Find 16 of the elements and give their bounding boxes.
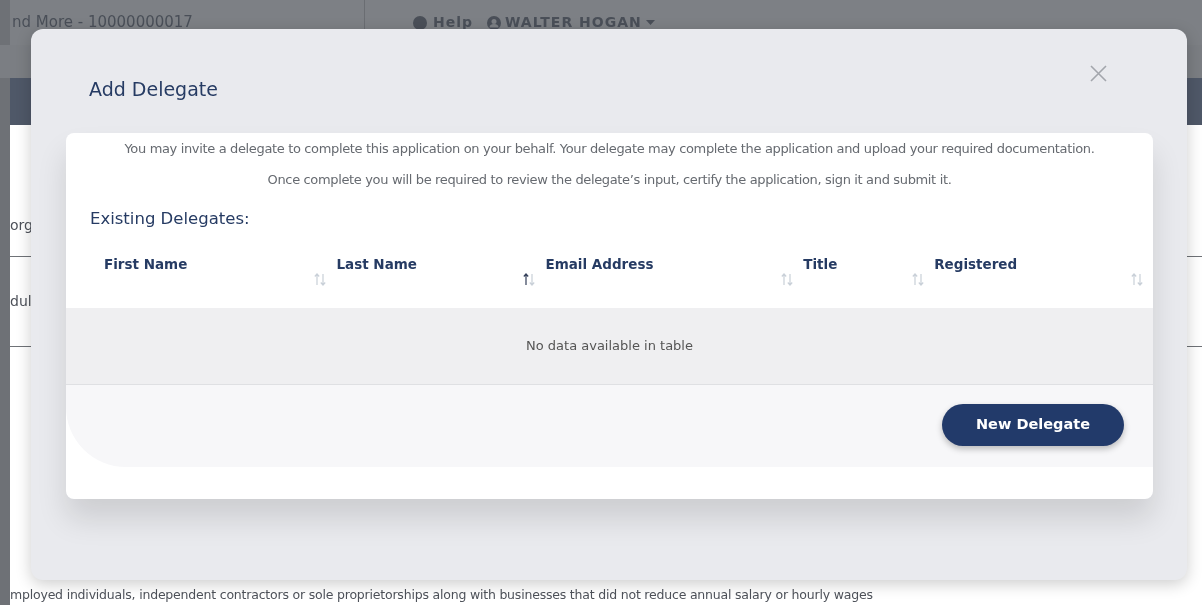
column-header[interactable]: Email Address — [545, 253, 654, 274]
column-header[interactable]: First Name — [104, 253, 188, 274]
section-title: Existing Delegates: — [89, 208, 251, 230]
column-header[interactable]: Last Name — [336, 253, 417, 274]
new-delegate-button[interactable]: New Delegate — [941, 404, 1124, 446]
user-icon — [487, 15, 502, 30]
dialog-title: Add Delegate — [89, 77, 218, 102]
caret-icon — [645, 20, 655, 25]
empty-message: No data available in table — [526, 337, 693, 356]
column-header[interactable]: Registered — [934, 253, 1018, 274]
intro-text: You may invite a delegate to complete this application on your behalf. Your delegate may complete the application and upload your required documentation. — [123, 140, 1096, 158]
column-header[interactable]: Title — [803, 253, 838, 274]
side-text: dul — [10, 292, 32, 311]
intro-text: Once complete you will be required to review the delegate’s input, certify the application, sign it and submit it. — [266, 171, 953, 189]
sort-icon[interactable] — [523, 273, 536, 286]
body-text: mployed individuals, independent contractors or sole proprietorships along with businesses that did not reduce annual salary or hourly wages — [10, 586, 873, 605]
